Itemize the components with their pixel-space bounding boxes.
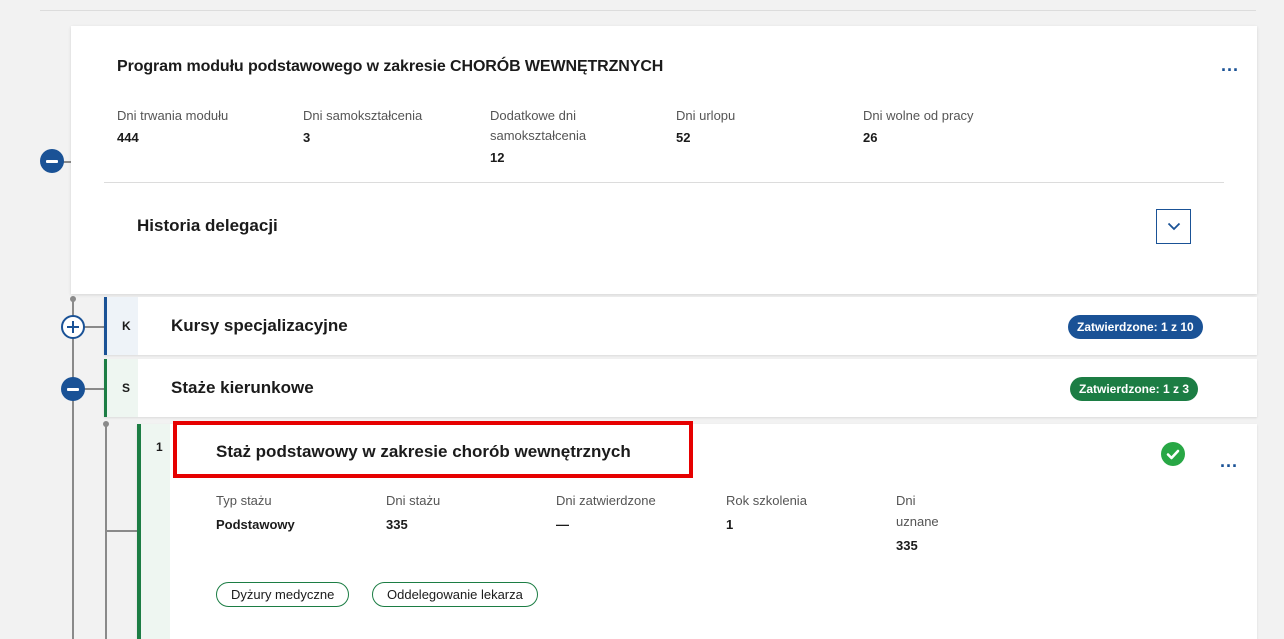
- stat-training-year: Rok szkolenia 1: [726, 490, 876, 539]
- stat-label: Dodatkowe dni samokształcenia: [490, 108, 587, 143]
- stat-label: Dni zatwierdzone: [556, 493, 656, 508]
- approved-check-icon: [1161, 442, 1185, 466]
- row-code-cell: K: [107, 297, 138, 355]
- stat-module-days: Dni trwania modułu 444: [117, 106, 287, 150]
- chip-doctor-secondment[interactable]: Oddelegowanie lekarza: [372, 582, 538, 607]
- status-badge: Zatwierdzone: 1 z 3: [1070, 377, 1199, 401]
- tree-branch: [84, 388, 104, 390]
- stat-label: Dni uznane: [896, 493, 939, 529]
- module-title: Program modułu podstawowego w zakresie C…: [117, 58, 664, 75]
- stat-label: Typ stażu: [216, 493, 272, 508]
- category-row-internships[interactable]: S Staże kierunkowe Zatwierdzone: 1 z 3: [104, 359, 1257, 417]
- stat-internship-days: Dni stażu 335: [386, 490, 536, 539]
- module-more-menu-icon[interactable]: ...: [1221, 56, 1239, 74]
- status-badge: Zatwierdzone: 1 z 10: [1068, 315, 1203, 339]
- stat-value: 1: [726, 517, 734, 532]
- tree-line: [72, 300, 74, 639]
- tree-node-dot: [70, 296, 76, 302]
- stat-value: 335: [896, 538, 918, 553]
- stat-recognized-days: Dni uznane 335: [896, 490, 956, 560]
- internship-index: 1: [156, 440, 163, 454]
- row-code-cell: S: [107, 359, 138, 417]
- stat-label: Dni samokształcenia: [303, 108, 423, 123]
- internships-collapse-toggle[interactable]: [61, 377, 85, 401]
- chevron-down-icon: [1167, 222, 1180, 231]
- stat-value: 26: [863, 130, 878, 145]
- module-divider: [104, 182, 1224, 183]
- stat-value: 335: [386, 517, 408, 532]
- module-collapse-toggle[interactable]: [40, 149, 64, 173]
- tree-branch: [84, 326, 104, 328]
- stat-label: Dni urlopu: [676, 108, 736, 123]
- tree-node-dot: [103, 421, 109, 427]
- stat-days-off: Dni wolne od pracy 26: [863, 106, 1033, 150]
- stat-label: Dni trwania modułu: [117, 108, 229, 123]
- stat-value: —: [556, 517, 569, 532]
- stat-label: Dni stażu: [386, 493, 441, 508]
- row-code: S: [122, 381, 131, 395]
- module-card: Program modułu podstawowego w zakresie C…: [71, 26, 1257, 294]
- chip-medical-duties[interactable]: Dyżury medyczne: [216, 582, 350, 607]
- stat-approved-days: Dni zatwierdzone —: [556, 490, 706, 539]
- row-label: Staże kierunkowe: [171, 378, 314, 397]
- tree-branch: [105, 530, 137, 532]
- courses-expand-toggle[interactable]: [61, 315, 85, 339]
- category-row-courses[interactable]: K Kursy specjalizacyjne Zatwierdzone: 1 …: [104, 297, 1257, 355]
- stat-internship-type: Typ stażu Podstawowy: [216, 490, 366, 539]
- row-label: Kursy specjalizacyjne: [171, 316, 348, 335]
- row-code: K: [122, 319, 131, 333]
- top-divider: [40, 10, 1256, 11]
- stat-leave-days: Dni urlopu 52: [676, 106, 846, 150]
- delegation-history-title: Historia delegacji: [137, 216, 278, 235]
- internship-more-menu-icon[interactable]: ...: [1220, 452, 1238, 470]
- stat-self-study-days: Dni samokształcenia 3: [303, 106, 473, 150]
- stat-extra-self-study-days: Dodatkowe dni samokształcenia 12: [490, 106, 610, 170]
- index-cell: 1: [141, 424, 170, 639]
- stat-value: 12: [490, 150, 505, 165]
- stat-value: 444: [117, 130, 139, 145]
- stat-value: 3: [303, 130, 311, 145]
- stat-value: 52: [676, 130, 691, 145]
- stat-label: Rok szkolenia: [726, 493, 807, 508]
- stat-value: Podstawowy: [216, 517, 295, 532]
- internship-card: 1 Staż podstawowy w zakresie chorób wewn…: [137, 421, 1257, 639]
- delegation-history-expand-button[interactable]: [1156, 209, 1191, 244]
- stat-label: Dni wolne od pracy: [863, 108, 974, 123]
- internship-title[interactable]: Staż podstawowy w zakresie chorób wewnęt…: [216, 442, 631, 462]
